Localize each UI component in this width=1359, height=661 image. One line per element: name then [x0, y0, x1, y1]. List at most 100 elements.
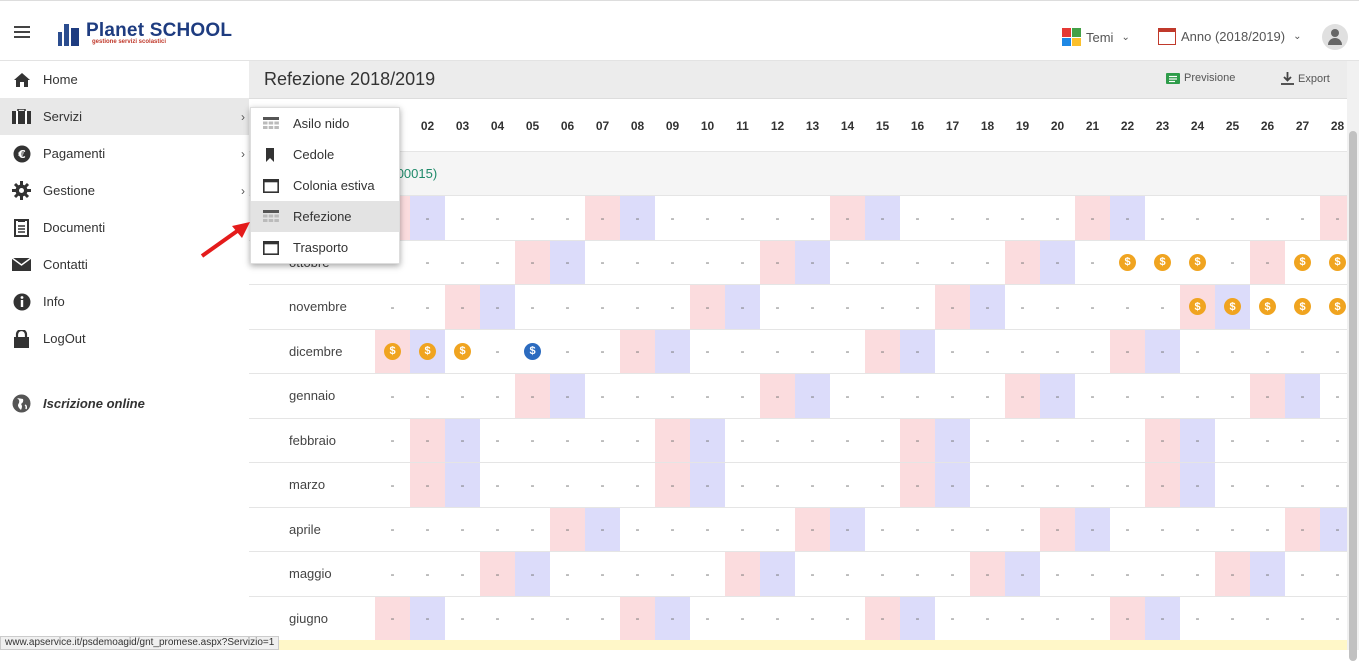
day-cell[interactable]: - [970, 285, 1005, 329]
day-cell[interactable]: - [585, 597, 620, 641]
day-cell[interactable]: - [1250, 552, 1285, 596]
day-cell[interactable]: - [865, 374, 900, 418]
day-cell[interactable]: - [1110, 374, 1145, 418]
day-cell[interactable]: - [1285, 374, 1320, 418]
payment-coin-icon[interactable]: $ [384, 342, 401, 360]
day-cell[interactable]: - [970, 241, 1005, 285]
day-cell[interactable]: - [410, 418, 445, 462]
day-cell[interactable]: - [1040, 552, 1075, 596]
day-cell[interactable]: - [515, 419, 550, 463]
day-cell[interactable]: - [795, 240, 830, 284]
day-cell[interactable]: - [1005, 374, 1040, 418]
day-cell[interactable]: - [1145, 285, 1180, 329]
day-cell[interactable]: - [375, 285, 410, 329]
day-cell[interactable]: - [830, 285, 865, 329]
day-cell[interactable]: - [515, 597, 550, 641]
day-cell[interactable]: - [550, 463, 585, 507]
day-cell[interactable]: - [550, 552, 585, 596]
day-cell[interactable]: - [410, 241, 445, 285]
day-cell[interactable]: - [795, 196, 830, 240]
day-cell[interactable]: - [620, 463, 655, 507]
day-cell[interactable]: - [410, 596, 445, 640]
day-cell[interactable]: - [935, 285, 970, 329]
day-cell[interactable]: - [1040, 285, 1075, 329]
day-cell[interactable]: - [1005, 330, 1040, 374]
anno-menu[interactable]: Anno (2018/2019) ⌄ [1158, 28, 1301, 45]
day-cell[interactable]: - [1075, 507, 1110, 551]
day-cell[interactable]: - [550, 285, 585, 329]
day-cell[interactable]: - [970, 552, 1005, 596]
day-cell[interactable]: - [830, 463, 865, 507]
scrollbar-thumb[interactable] [1349, 131, 1357, 661]
day-cell[interactable]: - [1005, 285, 1040, 329]
day-cell[interactable]: - [830, 196, 865, 240]
day-cell[interactable]: - [410, 374, 445, 418]
day-cell[interactable]: - [1005, 508, 1040, 552]
day-cell[interactable]: - [1075, 419, 1110, 463]
day-cell[interactable]: - [375, 552, 410, 596]
day-cell[interactable]: - [1215, 597, 1250, 641]
day-cell[interactable]: $ [1285, 285, 1320, 329]
day-cell[interactable]: - [1040, 507, 1075, 551]
day-cell[interactable]: - [690, 374, 725, 418]
payment-coin-icon[interactable]: $ [1224, 298, 1241, 316]
day-cell[interactable]: - [830, 552, 865, 596]
payment-coin-icon[interactable]: $ [454, 342, 471, 360]
day-cell[interactable]: - [1145, 508, 1180, 552]
day-cell[interactable]: - [550, 374, 585, 418]
day-cell[interactable]: $ [1215, 285, 1250, 329]
day-cell[interactable]: - [585, 241, 620, 285]
day-cell[interactable]: - [1005, 552, 1040, 596]
day-cell[interactable]: - [480, 419, 515, 463]
payment-coin-icon[interactable]: $ [1189, 298, 1206, 316]
day-cell[interactable]: - [1110, 285, 1145, 329]
day-cell[interactable]: - [1215, 508, 1250, 552]
day-cell[interactable]: - [585, 374, 620, 418]
day-cell[interactable]: - [480, 508, 515, 552]
day-cell[interactable]: - [1145, 552, 1180, 596]
day-cell[interactable]: - [900, 418, 935, 462]
day-cell[interactable]: - [830, 241, 865, 285]
day-cell[interactable]: - [620, 329, 655, 373]
sidebar-item-iscrizione-online[interactable]: Iscrizione online [0, 385, 249, 422]
day-cell[interactable]: - [1145, 329, 1180, 373]
payment-coin-icon[interactable]: $ [1329, 298, 1346, 316]
day-cell[interactable]: - [375, 596, 410, 640]
day-cell[interactable]: - [690, 196, 725, 240]
day-cell[interactable]: - [445, 374, 480, 418]
day-cell[interactable]: - [900, 196, 935, 240]
menu-item-refezione[interactable]: Refezione [251, 201, 399, 232]
day-cell[interactable]: - [410, 463, 445, 507]
day-cell[interactable]: - [865, 508, 900, 552]
day-cell[interactable]: - [1005, 419, 1040, 463]
day-cell[interactable]: - [970, 508, 1005, 552]
day-cell[interactable]: $ [1250, 285, 1285, 329]
payment-coin-icon[interactable]: $ [1189, 253, 1206, 271]
payment-coin-icon[interactable]: $ [524, 342, 541, 360]
day-cell[interactable]: - [725, 330, 760, 374]
day-cell[interactable]: - [830, 419, 865, 463]
day-cell[interactable]: - [1040, 196, 1075, 240]
menu-item-trasporto[interactable]: Trasporto [251, 232, 399, 263]
day-cell[interactable]: - [690, 463, 725, 507]
vertical-scrollbar[interactable] [1347, 61, 1359, 661]
day-cell[interactable]: - [760, 196, 795, 240]
day-cell[interactable]: - [725, 419, 760, 463]
day-cell[interactable]: - [480, 285, 515, 329]
day-cell[interactable]: - [550, 196, 585, 240]
day-cell[interactable]: - [1110, 329, 1145, 373]
day-cell[interactable]: - [515, 285, 550, 329]
day-cell[interactable]: $ [1145, 241, 1180, 285]
day-cell[interactable]: - [585, 196, 620, 240]
day-cell[interactable]: - [935, 241, 970, 285]
day-cell[interactable]: - [620, 596, 655, 640]
day-cell[interactable]: - [445, 418, 480, 462]
day-cell[interactable]: - [620, 196, 655, 240]
sidebar-item-pagamenti[interactable]: € Pagamenti › [0, 135, 249, 172]
day-cell[interactable]: - [1075, 285, 1110, 329]
day-cell[interactable]: - [1285, 419, 1320, 463]
day-cell[interactable]: - [445, 241, 480, 285]
day-cell[interactable]: - [550, 507, 585, 551]
day-cell[interactable]: - [760, 597, 795, 641]
payment-coin-icon[interactable]: $ [1294, 298, 1311, 316]
